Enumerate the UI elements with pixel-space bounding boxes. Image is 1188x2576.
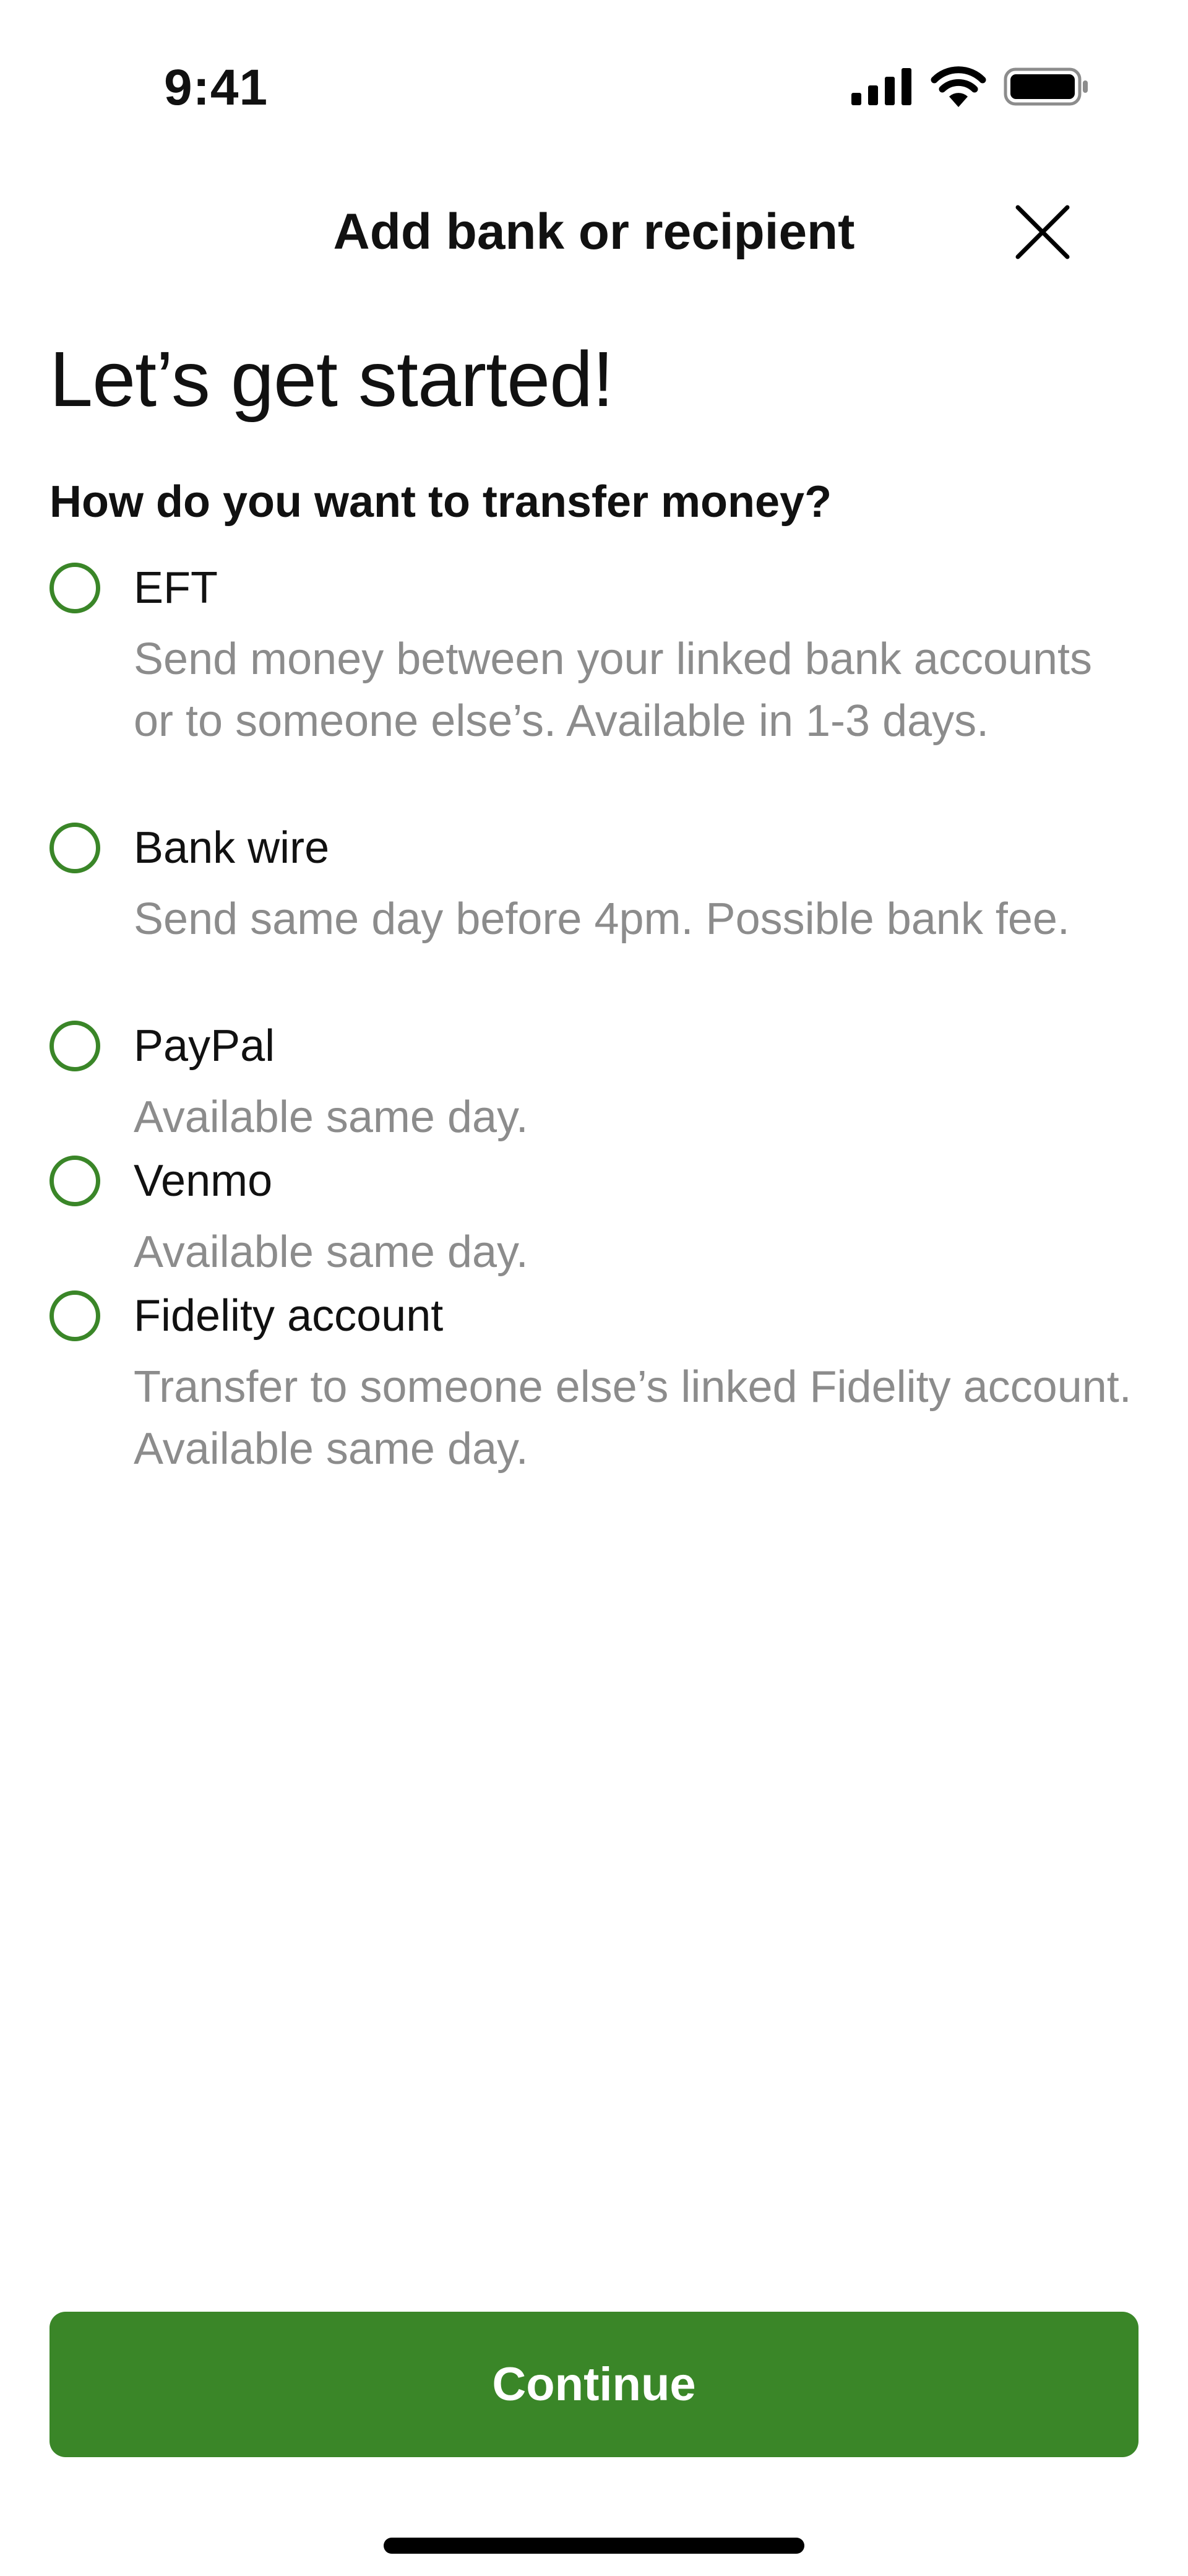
header: Add bank or recipient (0, 186, 1188, 272)
signal-icon (851, 68, 911, 105)
close-button[interactable] (1009, 198, 1077, 266)
option-row[interactable]: Venmo (50, 1147, 1138, 1215)
option-row[interactable]: Bank wire (50, 814, 1138, 882)
close-icon (1015, 205, 1070, 259)
home-indicator (384, 2538, 804, 2554)
status-time: 9:41 (164, 59, 269, 116)
page-title: Let’s get started! (50, 335, 614, 423)
option-eft[interactable]: EFT Send money between your linked bank … (50, 554, 1138, 752)
continue-button[interactable]: Continue (50, 2312, 1138, 2457)
option-label: PayPal (134, 1021, 275, 1071)
option-label: Fidelity account (134, 1291, 444, 1341)
radio-button[interactable] (50, 823, 100, 873)
option-row[interactable]: EFT (50, 554, 1138, 622)
radio-button[interactable] (50, 1290, 100, 1341)
option-row[interactable]: PayPal (50, 1012, 1138, 1080)
radio-button[interactable] (50, 1021, 100, 1071)
option-description: Send money between your linked bank acco… (134, 634, 1092, 746)
option-paypal[interactable]: PayPal Available same day. (50, 1012, 1138, 1148)
wifi-icon (931, 66, 986, 107)
option-label: Bank wire (134, 823, 330, 873)
option-label: EFT (134, 563, 218, 613)
option-bank-wire[interactable]: Bank wire Send same day before 4pm. Poss… (50, 814, 1138, 950)
status-bar: 9:41 (0, 0, 1188, 161)
radio-button[interactable] (50, 563, 100, 613)
option-fidelity-account[interactable]: Fidelity account Transfer to someone els… (50, 1282, 1138, 1480)
radio-button[interactable] (50, 1156, 100, 1206)
option-description: Available same day. (134, 1227, 528, 1277)
status-icons (851, 65, 1089, 108)
question-label: How do you want to transfer money? (50, 477, 832, 527)
option-venmo[interactable]: Venmo Available same day. (50, 1147, 1138, 1283)
option-description: Send same day before 4pm. Possible bank … (134, 894, 1070, 944)
option-description: Transfer to someone else’s linked Fideli… (134, 1362, 1132, 1474)
option-description: Available same day. (134, 1092, 528, 1142)
battery-icon (1004, 67, 1088, 106)
option-label: Venmo (134, 1156, 273, 1206)
option-row[interactable]: Fidelity account (50, 1282, 1138, 1350)
